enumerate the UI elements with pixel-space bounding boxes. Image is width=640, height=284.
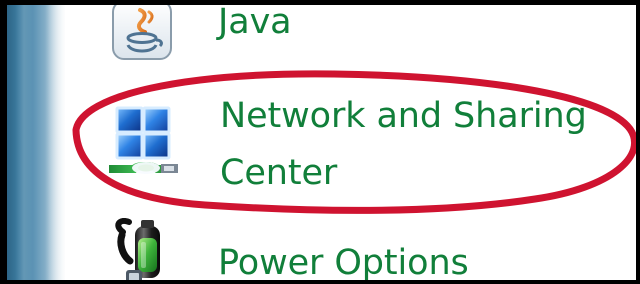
control-panel-item-java[interactable]: Java xyxy=(65,0,605,61)
sidebar-shine xyxy=(15,5,33,280)
network-and-sharing-label-line-2: Center xyxy=(220,153,338,193)
left-sidebar-gradient xyxy=(7,5,65,280)
screenshot-frame: Java Network and Sharing Center Power Op… xyxy=(0,0,640,284)
sidebar-fade xyxy=(45,5,65,280)
network-and-sharing-label-line-1: Network and Sharing xyxy=(220,96,587,136)
power-options-label: Power Options xyxy=(218,243,469,283)
power-options-icon xyxy=(113,218,189,284)
network-sharing-icon xyxy=(105,103,185,179)
java-label: Java xyxy=(218,2,292,42)
control-panel-content: Java Network and Sharing Center Power Op… xyxy=(65,0,636,284)
control-panel-item-power-options[interactable]: Power Options xyxy=(65,218,605,284)
java-icon xyxy=(111,0,187,71)
control-panel-item-network-and-sharing-center[interactable]: Network and Sharing Center xyxy=(65,81,605,207)
